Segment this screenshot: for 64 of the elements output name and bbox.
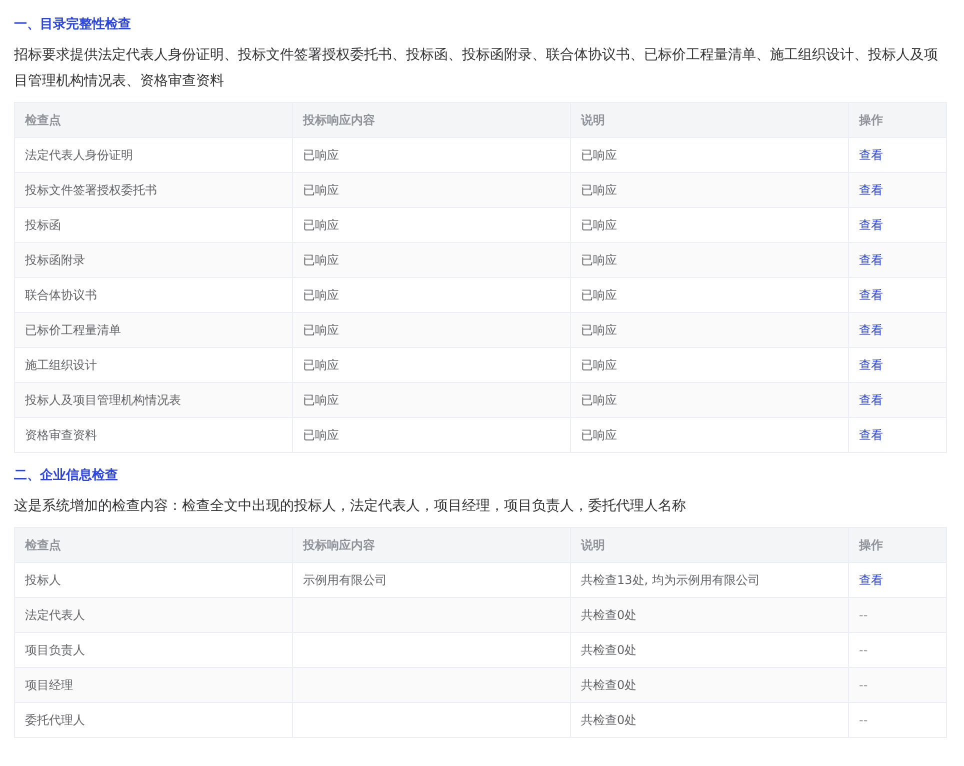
table-cell: 委托代理人: [25, 712, 85, 726]
view-link[interactable]: 查看: [859, 148, 883, 162]
table-cell: 共检查0处: [581, 712, 637, 726]
table-cell: --: [859, 678, 868, 692]
column-header: 检查点: [25, 112, 61, 126]
table-cell: 投标函附录: [25, 252, 85, 266]
table-cell: 法定代表人: [25, 608, 85, 622]
table-cell: 共检查0处: [581, 678, 637, 692]
table-cell: 已响应: [303, 392, 339, 406]
column-header: 说明: [581, 112, 605, 126]
table-cell: 共检查13处, 均为示例用有限公司: [581, 572, 760, 586]
column-header: 操作: [859, 112, 883, 126]
table-cell: 已响应: [303, 358, 339, 372]
section-description: 这是系统增加的检查内容：检查全文中出现的投标人，法定代表人，项目经理，项目负责人，委托代理人名称: [14, 497, 687, 516]
table-cell: 已响应: [303, 252, 339, 266]
table-cell: 法定代表人身份证明: [25, 148, 133, 162]
table-cell: 已响应: [581, 428, 617, 442]
table-cell: --: [859, 608, 868, 622]
view-link[interactable]: 查看: [859, 288, 883, 302]
table-cell: 已响应: [581, 182, 617, 196]
view-link[interactable]: 查看: [859, 322, 883, 336]
table-cell: 已响应: [581, 288, 617, 302]
table-cell: 共检查0处: [581, 608, 637, 622]
table-cell: 投标人: [25, 572, 61, 586]
table-cell: 已响应: [581, 218, 617, 232]
table-cell: 已响应: [303, 218, 339, 232]
table-cell: 已响应: [303, 322, 339, 336]
table-cell: 已响应: [581, 148, 617, 162]
table-cell: 施工组织设计: [25, 358, 97, 372]
table-cell: 项目负责人: [25, 642, 85, 656]
table-cell: 已响应: [303, 182, 339, 196]
table-cell: 资格审查资料: [25, 428, 97, 442]
table-cell: 项目经理: [25, 678, 73, 692]
column-header: 检查点: [25, 538, 61, 552]
table-cell: 已标价工程量清单: [25, 322, 121, 336]
view-link[interactable]: 查看: [859, 252, 883, 266]
table-cell: --: [859, 713, 868, 727]
table-cell: 示例用有限公司: [303, 572, 387, 586]
table-cell: 联合体协议书: [25, 288, 97, 302]
table-cell: 已响应: [581, 392, 617, 406]
section-title: 二、企业信息检查: [14, 467, 119, 485]
table-cell: 投标文件签署授权委托书: [25, 182, 157, 196]
table-cell: --: [859, 643, 868, 657]
table-cell: 已响应: [581, 322, 617, 336]
table-cell: 已响应: [303, 148, 339, 162]
table-cell: 已响应: [303, 428, 339, 442]
view-link[interactable]: 查看: [859, 218, 883, 232]
table-cell: 共检查0处: [581, 642, 637, 656]
column-header: 操作: [859, 538, 883, 552]
column-header: 投标响应内容: [303, 112, 375, 126]
view-link[interactable]: 查看: [859, 572, 883, 586]
column-header: 投标响应内容: [303, 538, 375, 552]
section-description: 招标要求提供法定代表人身份证明、投标文件签署授权委托书、投标函、投标函附录、联合体协议书、已标价工程量清单、施工组织设计、投标人及项目管理机构情况表、资格审查资料: [14, 46, 939, 91]
view-link[interactable]: 查看: [859, 358, 883, 372]
view-link[interactable]: 查看: [859, 428, 883, 442]
view-link[interactable]: 查看: [859, 392, 883, 406]
section-title: 一、目录完整性检查: [14, 16, 132, 34]
view-link[interactable]: 查看: [859, 182, 883, 196]
table-cell: 投标函: [25, 218, 61, 232]
table-cell: 已响应: [303, 288, 339, 302]
table-cell: 已响应: [581, 358, 617, 372]
column-header: 说明: [581, 538, 605, 552]
table-cell: 投标人及项目管理机构情况表: [25, 392, 181, 406]
table-cell: 已响应: [581, 252, 617, 266]
